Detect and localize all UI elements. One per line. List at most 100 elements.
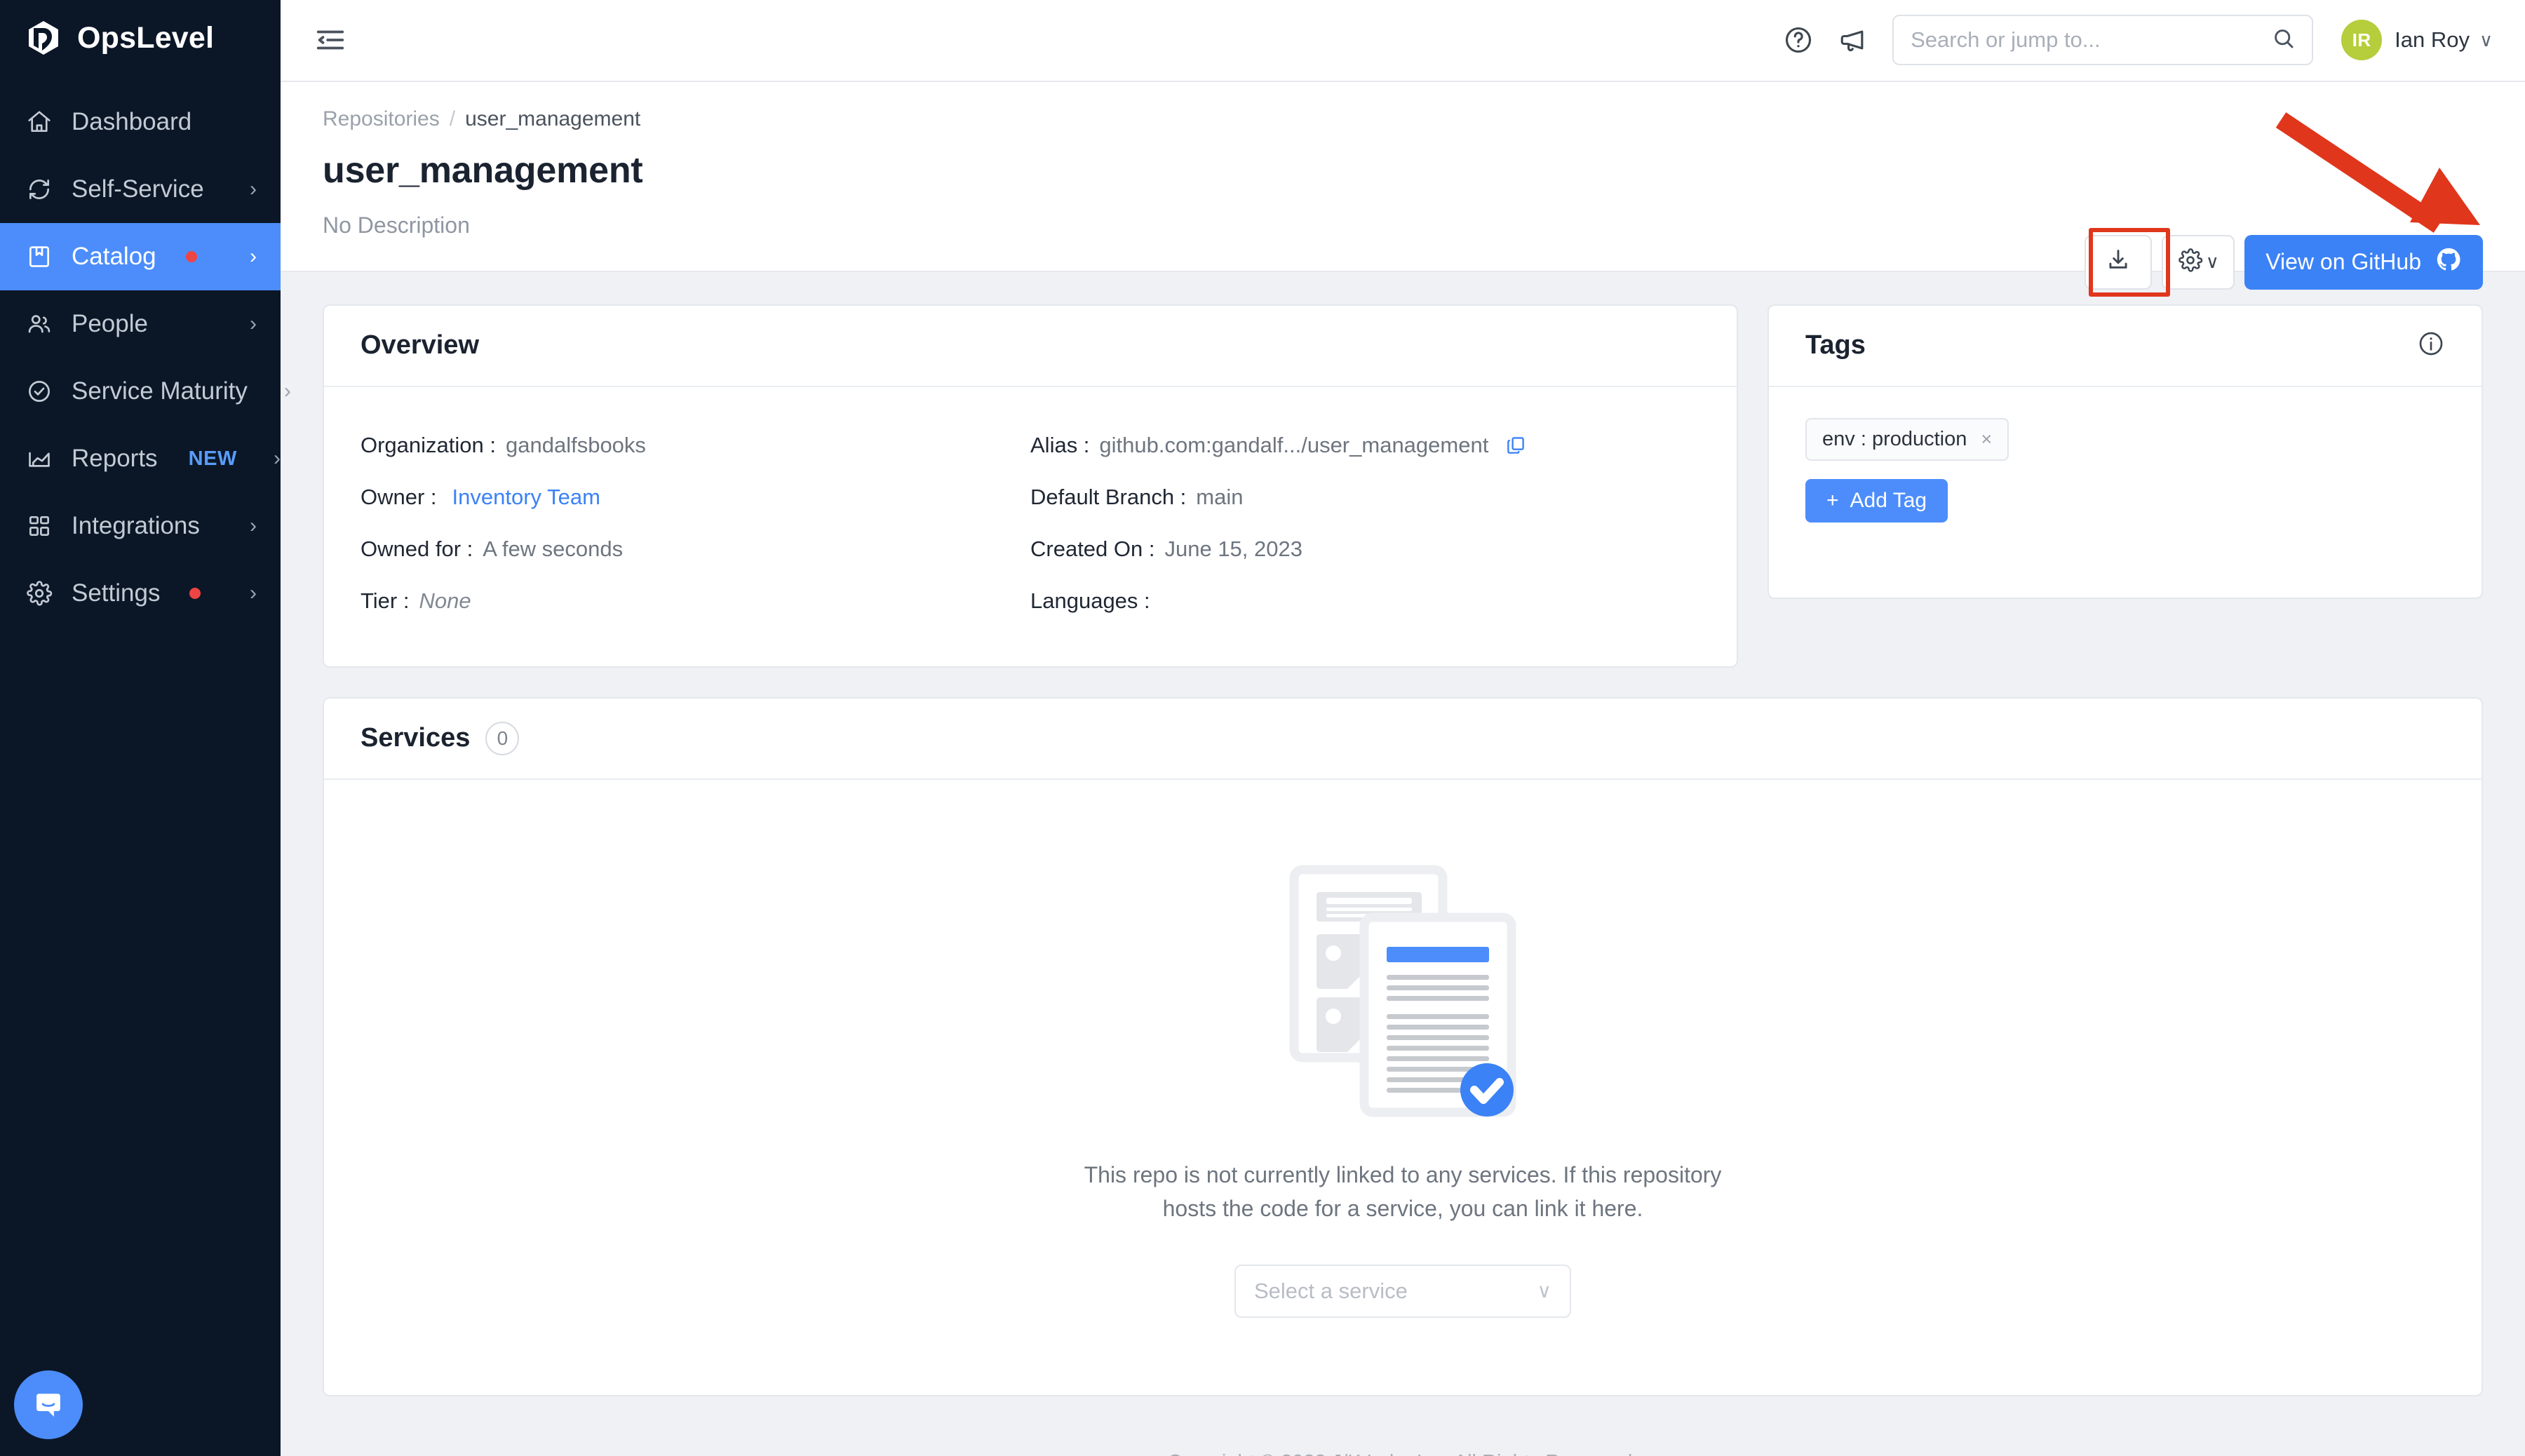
- copy-icon[interactable]: [1505, 435, 1526, 456]
- tag-value: production: [1871, 427, 1967, 450]
- settings-dropdown-button[interactable]: ∨: [2162, 234, 2235, 290]
- download-button[interactable]: [2085, 234, 2153, 290]
- tags-body: env : production × + Add Tag: [1769, 387, 2482, 598]
- info-circle-icon[interactable]: [2417, 330, 2445, 361]
- gear-icon: [2178, 248, 2203, 276]
- overview-right-column: Alias : github.com:gandalf.../user_manag…: [1030, 419, 1700, 627]
- brand[interactable]: OpsLevel: [0, 0, 281, 76]
- brand-name: OpsLevel: [77, 20, 215, 55]
- breadcrumb: Repositories / user_management: [323, 107, 2483, 131]
- breadcrumb-parent[interactable]: Repositories: [323, 107, 440, 131]
- remove-tag-icon[interactable]: ×: [1981, 429, 1992, 450]
- field-label: Organization :: [361, 432, 496, 457]
- check-circle-icon: [25, 377, 53, 405]
- sidebar-item-label: Self-Service: [72, 175, 204, 203]
- field-value: github.com:gandalf.../user_management: [1099, 432, 1489, 457]
- catalog-book-icon: [25, 243, 53, 271]
- sidebar-item-dashboard[interactable]: Dashboard: [0, 88, 281, 156]
- page-header: Repositories / user_management user_mana…: [281, 81, 2525, 297]
- notification-dot: [189, 588, 201, 599]
- sidebar-item-label: People: [72, 310, 148, 337]
- overview-row: Languages :: [1030, 575, 1700, 627]
- intercom-chat-bubble-icon[interactable]: [14, 1370, 83, 1439]
- services-card: Services 0 This repo is not currently li…: [323, 696, 2483, 1396]
- field-label: Created On :: [1030, 536, 1155, 561]
- search-box[interactable]: [1892, 15, 2314, 66]
- field-value: A few seconds: [483, 536, 624, 561]
- grid-icon: [25, 512, 53, 540]
- plus-icon: +: [1826, 488, 1839, 512]
- sidebar-item-self-service[interactable]: Self-Service ›: [0, 156, 281, 223]
- view-on-github-label: View on GitHub: [2265, 249, 2421, 275]
- footer: Copyright © 2023 J/K Labs Inc. All Right…: [323, 1396, 2483, 1456]
- sidebar: OpsLevel Dashboard Self-Service › Catalo…: [0, 0, 291, 1456]
- sidebar-item-label: Dashboard: [72, 108, 192, 135]
- download-icon: [2105, 247, 2132, 277]
- field-label: Tier :: [361, 588, 410, 613]
- sidebar-item-service-maturity[interactable]: Service Maturity ›: [0, 358, 291, 425]
- overview-card-header: Overview: [324, 306, 1737, 387]
- tag-separator: :: [1860, 427, 1866, 450]
- select-placeholder: Select a service: [1254, 1278, 1408, 1303]
- collapse-sidebar-icon[interactable]: [311, 21, 349, 59]
- tag-chip[interactable]: env : production ×: [1805, 417, 2009, 461]
- new-badge: NEW: [188, 447, 238, 470]
- field-label: Alias :: [1030, 432, 1090, 457]
- megaphone-icon[interactable]: [1832, 19, 1874, 61]
- breadcrumb-separator: /: [449, 107, 456, 130]
- top-cards-row: Overview Organization : gandalfsbooks Ow…: [323, 304, 2483, 668]
- page-title: user_management: [323, 149, 643, 191]
- tags-title: Tags: [1805, 330, 1866, 360]
- overview-row: Default Branch : main: [1030, 471, 1700, 523]
- github-icon: [2435, 246, 2462, 278]
- field-value: June 15, 2023: [1164, 536, 1302, 561]
- services-title-text: Services: [361, 723, 471, 753]
- view-on-github-button[interactable]: View on GitHub: [2244, 234, 2483, 290]
- overview-title: Overview: [361, 330, 479, 360]
- sidebar-item-settings[interactable]: Settings ›: [0, 560, 281, 627]
- select-a-service-dropdown[interactable]: Select a service ∨: [1234, 1264, 1571, 1318]
- tags-card-header: Tags: [1769, 306, 2482, 387]
- services-empty-state: This repo is not currently linked to any…: [324, 780, 2482, 1395]
- sidebar-item-label: Reports: [72, 445, 158, 472]
- services-empty-message: This repo is not currently linked to any…: [1084, 1161, 1722, 1221]
- add-tag-label: Add Tag: [1850, 488, 1927, 512]
- documents-with-check-illustration: [1287, 857, 1519, 1127]
- owner-team-link[interactable]: Inventory Team: [452, 485, 600, 510]
- people-icon: [25, 310, 53, 338]
- sidebar-item-reports[interactable]: Reports NEW ›: [0, 425, 281, 492]
- help-circle-icon[interactable]: [1777, 19, 1819, 61]
- chevron-right-icon: ›: [250, 581, 257, 605]
- sidebar-item-catalog[interactable]: Catalog ›: [0, 223, 281, 290]
- sidebar-item-label: Integrations: [72, 512, 200, 539]
- overview-row: Organization : gandalfsbooks: [361, 419, 1030, 471]
- sidebar-item-people[interactable]: People ›: [0, 290, 281, 358]
- gear-icon: [25, 579, 53, 607]
- overview-row: Created On : June 15, 2023: [1030, 523, 1700, 575]
- opslevel-logo-icon: [25, 20, 62, 56]
- overview-card: Overview Organization : gandalfsbooks Ow…: [323, 304, 1738, 668]
- sidebar-item-integrations[interactable]: Integrations ›: [0, 492, 281, 560]
- copyright-text: Copyright © 2023 J/K Labs Inc. All Right…: [1168, 1451, 1638, 1456]
- search-icon[interactable]: [2271, 26, 2296, 55]
- chevron-right-icon: ›: [250, 177, 257, 201]
- main-area: IR Ian Roy ∨ Repositories / user_managem…: [281, 0, 2525, 1456]
- overview-row: Owner : Inventory Team: [361, 471, 1030, 523]
- chevron-down-icon: ∨: [2479, 29, 2493, 50]
- breadcrumb-current: user_management: [465, 107, 641, 130]
- add-tag-button[interactable]: + Add Tag: [1805, 478, 1948, 523]
- services-count-badge: 0: [485, 721, 520, 755]
- user-menu[interactable]: IR Ian Roy ∨: [2341, 20, 2493, 61]
- home-icon: [25, 108, 53, 136]
- sidebar-item-label: Settings: [72, 579, 161, 607]
- tags-card: Tags env : production × + Add Tag: [1767, 304, 2483, 599]
- chevron-right-icon: ›: [250, 245, 257, 268]
- field-label: Languages :: [1030, 588, 1150, 613]
- field-label: Default Branch :: [1030, 484, 1187, 509]
- chevron-right-icon: ›: [250, 312, 257, 335]
- search-input[interactable]: [1911, 27, 2272, 53]
- chevron-right-icon: ›: [274, 447, 281, 470]
- chevron-down-icon: ∨: [2205, 251, 2219, 273]
- field-value: main: [1196, 484, 1244, 509]
- services-title: Services 0: [361, 721, 520, 755]
